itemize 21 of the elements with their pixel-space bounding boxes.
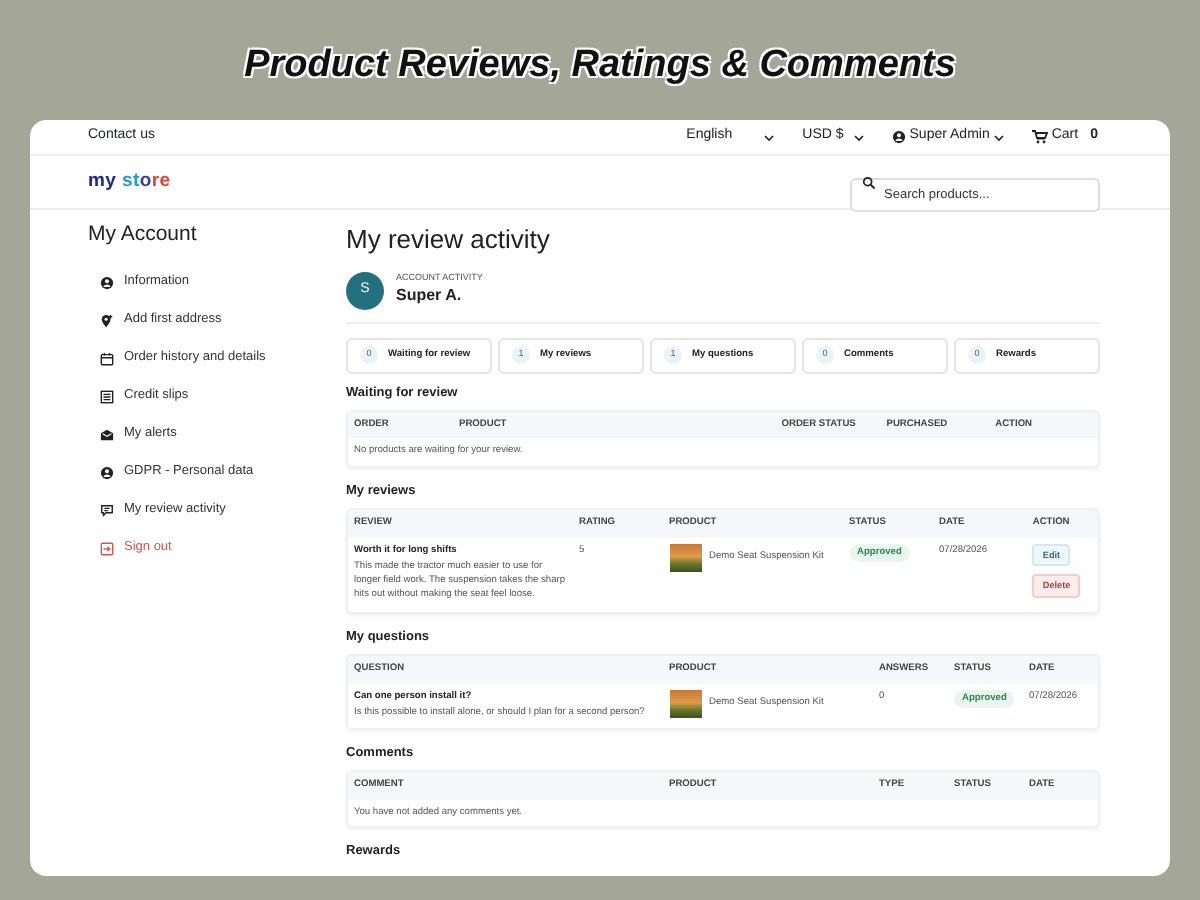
chevron-icon [764,133,775,141]
photo-placeholder [669,689,701,717]
sign-out-icon [100,541,114,556]
location-pin-icon [100,313,114,328]
search-icon [862,175,876,189]
photo-placeholder [669,543,701,572]
page-title: My review activity [346,222,552,258]
calendar-icon [100,351,114,366]
sidebar-title: My Account [88,220,199,250]
chevron-icon [993,133,1004,141]
cart-icon [1031,130,1048,144]
chevron-icon [853,133,864,141]
banner-title: Product Reviews, Ratings & Comments [244,41,956,90]
envelope-icon [100,427,114,442]
account-name: Super A. [396,284,464,309]
person-icon [100,275,114,290]
person-icon [100,465,114,480]
store-logo[interactable]: my store [88,167,171,197]
list-icon [100,389,114,404]
chat-icon [100,503,114,518]
user-icon [891,130,906,144]
